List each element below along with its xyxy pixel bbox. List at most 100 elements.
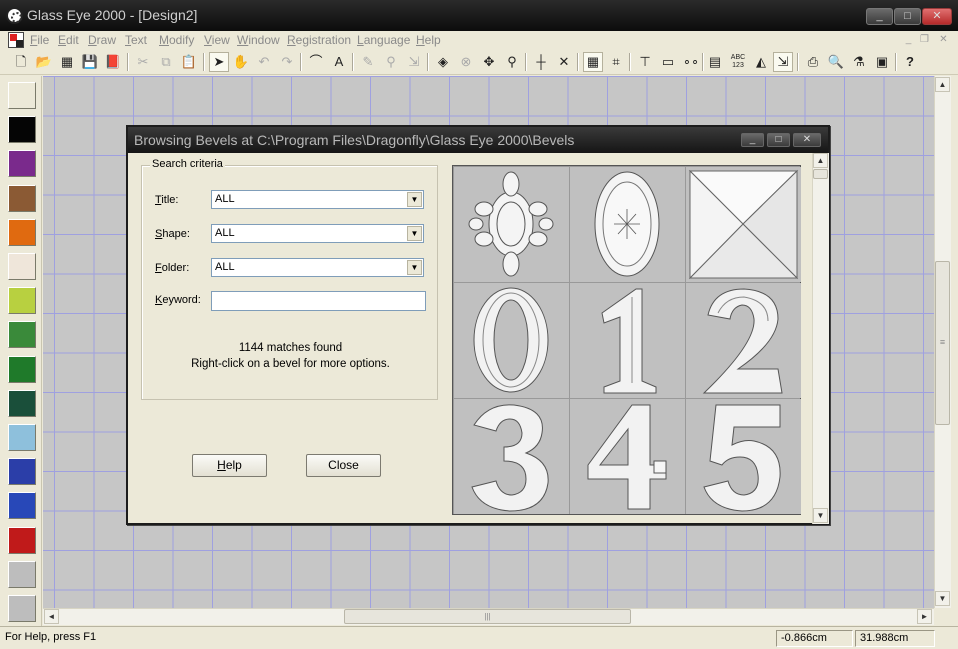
vertical-scroll-thumb[interactable]: ≡ xyxy=(935,261,950,425)
export-edit-icon[interactable]: ⇲ xyxy=(404,52,424,72)
menu-draw[interactable]: Draw xyxy=(88,33,116,47)
menu-text[interactable]: Text xyxy=(125,33,147,47)
color-swatch[interactable] xyxy=(8,321,36,349)
dialog-maximize-button[interactable]: □ xyxy=(767,133,790,147)
select-arrow-icon[interactable]: ➤ xyxy=(209,52,229,72)
bevel-digit-4[interactable] xyxy=(570,399,685,514)
maximize-button[interactable]: □ xyxy=(894,8,921,25)
menu-window[interactable]: Window xyxy=(237,33,280,47)
keyword-input[interactable] xyxy=(211,291,426,311)
vertical-scrollbar[interactable]: ▲ ≡ ▼ xyxy=(934,76,951,608)
color-swatch[interactable] xyxy=(8,458,36,486)
color-swatch[interactable] xyxy=(8,526,36,554)
dialog-title-bar[interactable]: Browsing Bevels at C:\Program Files\Drag… xyxy=(128,127,828,153)
bevel-ornament[interactable] xyxy=(454,167,569,282)
save-icon[interactable]: 💾 xyxy=(80,52,100,72)
folder-combo[interactable]: ALL ▼ xyxy=(211,258,424,277)
move-icon[interactable]: ✥ xyxy=(479,52,499,72)
title-bar[interactable]: Glass Eye 2000 - [Design2] _ □ ✕ xyxy=(0,0,958,31)
color-swatch[interactable] xyxy=(8,424,36,451)
horizontal-scrollbar[interactable]: ◄ ||| ► xyxy=(43,608,934,625)
minimize-button[interactable]: _ xyxy=(866,8,893,25)
dialog-vertical-scrollbar[interactable]: ▲ ▼ xyxy=(812,153,829,524)
scroll-down-button[interactable]: ▼ xyxy=(935,591,950,606)
help-button[interactable]: Help xyxy=(192,454,267,477)
copy-icon[interactable]: ⧉ xyxy=(156,52,176,72)
calculator-icon[interactable]: ▤ xyxy=(705,52,725,72)
hand-icon[interactable]: ✋ xyxy=(231,52,251,72)
text-icon[interactable]: A xyxy=(329,52,349,72)
close-button[interactable]: ✕ xyxy=(922,8,952,25)
mdi-restore-button[interactable]: ❐ xyxy=(918,34,931,46)
redo-icon[interactable]: ↷ xyxy=(277,52,297,72)
color-swatch[interactable] xyxy=(8,218,36,246)
color-swatch[interactable] xyxy=(8,184,36,212)
paste-icon[interactable]: 📋 xyxy=(179,52,199,72)
dialog-scroll-up-button[interactable]: ▲ xyxy=(813,153,828,168)
bevel-digit-1[interactable] xyxy=(570,283,685,398)
bevel-digit-3[interactable] xyxy=(454,399,569,514)
bevel-oval[interactable] xyxy=(570,167,685,282)
chevron-down-icon[interactable]: ▼ xyxy=(407,226,422,241)
grid-palette-icon[interactable]: ▦ xyxy=(57,52,77,72)
mdi-close-button[interactable]: ✕ xyxy=(937,34,950,46)
print-preview-icon[interactable]: 🔍 xyxy=(826,52,846,72)
stamp-icon[interactable]: ⚲ xyxy=(381,52,401,72)
color-swatch[interactable] xyxy=(8,150,36,178)
magnify-icon[interactable]: ⚲ xyxy=(502,52,522,72)
undo-icon[interactable]: ↶ xyxy=(254,52,274,72)
app-icon[interactable] xyxy=(6,7,23,24)
bevel-icon[interactable]: ◭ xyxy=(751,52,771,72)
color-swatch[interactable] xyxy=(8,287,36,315)
color-picker-icon[interactable]: ⚗ xyxy=(849,52,869,72)
color-swatch[interactable] xyxy=(8,355,36,383)
menu-edit[interactable]: Edit xyxy=(58,33,79,47)
bevel-digit-0[interactable] xyxy=(454,283,569,398)
document-icon[interactable] xyxy=(8,32,24,48)
snap-icon[interactable]: ⌗ xyxy=(606,52,626,72)
ruler-icon[interactable]: ▭ xyxy=(658,52,678,72)
color-swatch[interactable] xyxy=(8,560,36,588)
chevron-down-icon[interactable]: ▼ xyxy=(407,260,422,275)
color-swatch[interactable] xyxy=(8,82,36,109)
pencil-icon[interactable]: ✎ xyxy=(358,52,378,72)
dialog-scroll-thumb[interactable] xyxy=(813,169,828,179)
menu-modify[interactable]: Modify xyxy=(159,33,194,47)
mdi-minimize-button[interactable]: _ xyxy=(902,34,915,46)
open-icon[interactable]: 📂 xyxy=(34,52,54,72)
spellcheck-icon[interactable]: ABC 123 xyxy=(728,52,748,72)
dialog-minimize-button[interactable]: _ xyxy=(741,133,764,147)
bevel-digit-5[interactable] xyxy=(686,399,801,514)
close-dialog-button[interactable]: Close xyxy=(306,454,381,477)
window-icon[interactable]: ▣ xyxy=(872,52,892,72)
fill-icon[interactable]: ◈ xyxy=(433,52,453,72)
new-icon[interactable]: 🗋 xyxy=(11,52,31,72)
scroll-right-button[interactable]: ► xyxy=(917,609,932,624)
menu-view[interactable]: View xyxy=(204,33,230,47)
title-combo[interactable]: ALL ▼ xyxy=(211,190,424,209)
cut-icon[interactable]: ✂ xyxy=(133,52,153,72)
dialog-close-button[interactable]: ✕ xyxy=(793,133,821,147)
cross-icon[interactable]: ✕ xyxy=(554,52,574,72)
chevron-down-icon[interactable]: ▼ xyxy=(407,192,422,207)
menu-file[interactable]: File xyxy=(30,33,49,47)
shape-combo[interactable]: ALL ▼ xyxy=(211,224,424,243)
color-swatch[interactable] xyxy=(8,116,36,144)
context-help-icon[interactable]: ? xyxy=(900,52,920,72)
book-icon[interactable]: 📕 xyxy=(103,52,123,72)
scroll-up-button[interactable]: ▲ xyxy=(935,77,950,92)
scroll-left-button[interactable]: ◄ xyxy=(44,609,59,624)
print-icon[interactable]: ⎙ xyxy=(803,52,823,72)
menu-language[interactable]: Language xyxy=(357,33,410,47)
color-swatch[interactable] xyxy=(8,595,36,622)
dialog-scroll-down-button[interactable]: ▼ xyxy=(813,508,828,523)
color-swatch[interactable] xyxy=(8,253,36,280)
bevel-digit-2[interactable] xyxy=(686,283,801,398)
grid-icon[interactable]: ▦ xyxy=(583,52,603,72)
nodes-icon[interactable]: ∘∘ xyxy=(681,52,701,72)
horizontal-scroll-thumb[interactable]: ||| xyxy=(344,609,631,624)
color-swatch[interactable] xyxy=(8,492,36,520)
cancel-icon[interactable]: ⊗ xyxy=(456,52,476,72)
crosshair-icon[interactable]: ┼ xyxy=(531,52,551,72)
color-swatch[interactable] xyxy=(8,389,36,417)
